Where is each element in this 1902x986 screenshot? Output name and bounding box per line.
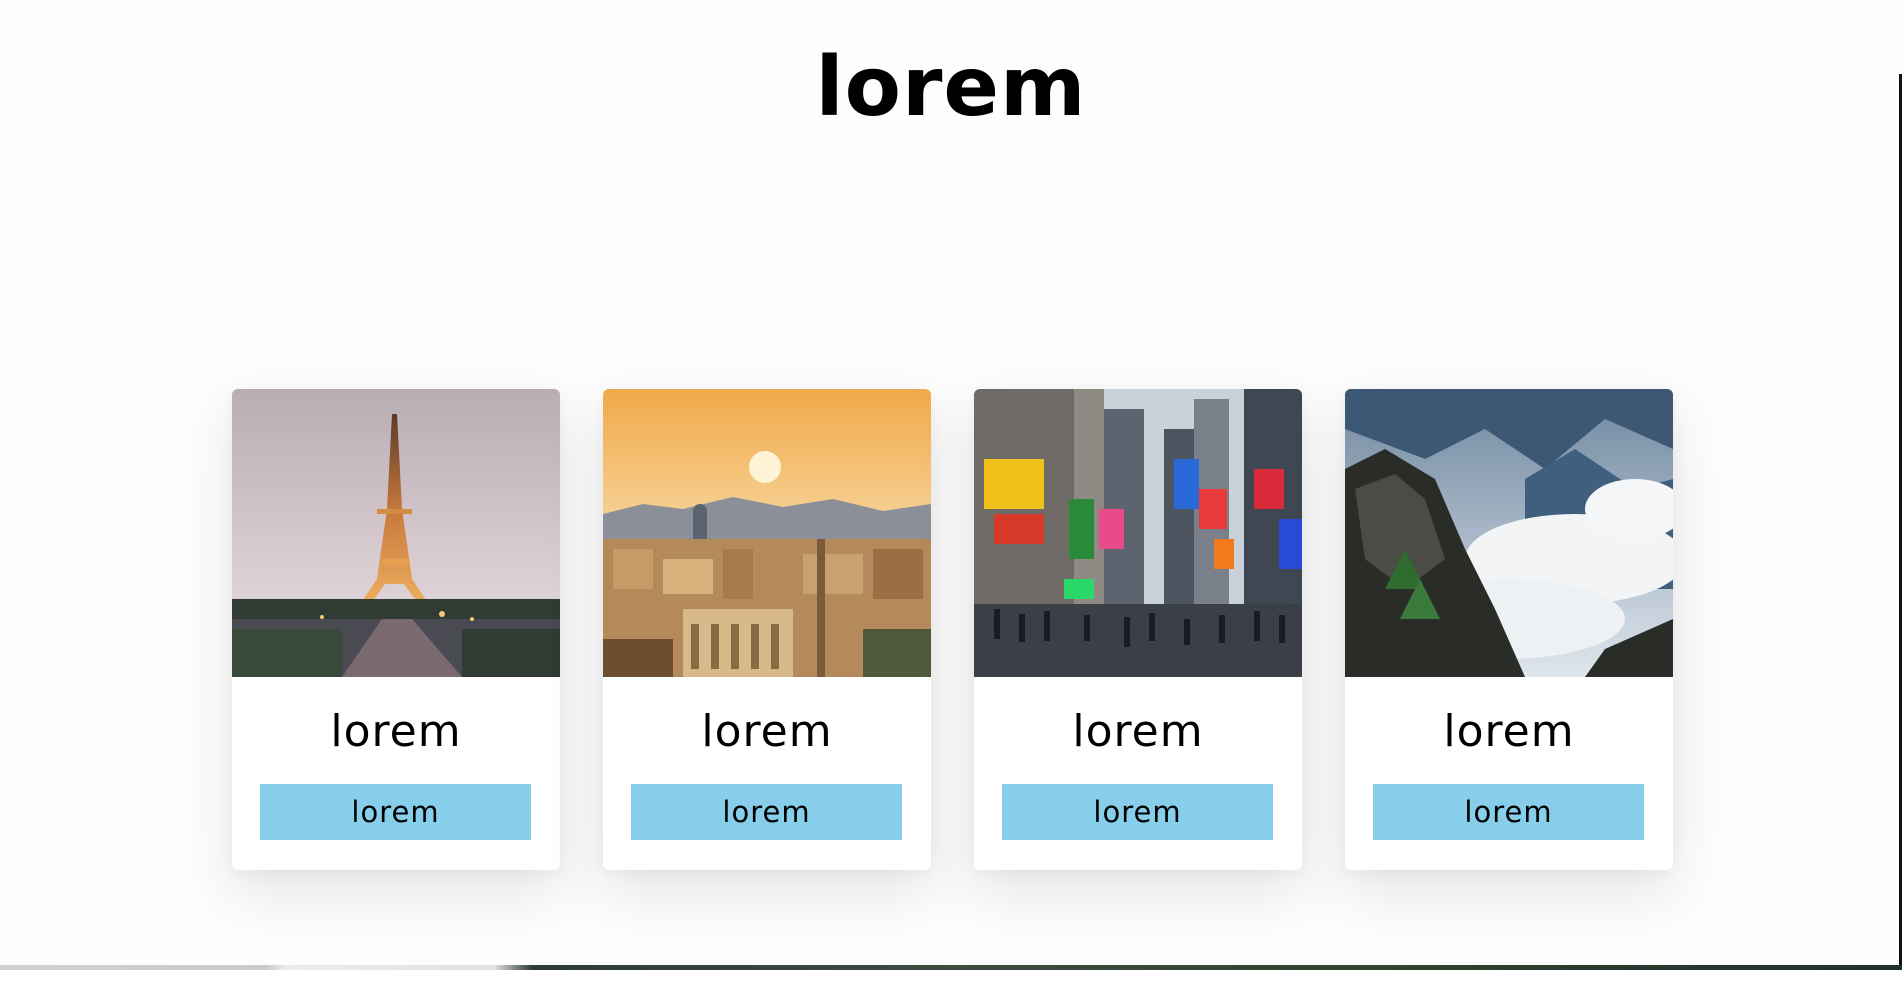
destination-card: lorem lorem (603, 389, 931, 870)
destination-card: lorem lorem (974, 389, 1302, 870)
misty-mountains-photo (1345, 389, 1673, 677)
eiffel-tower-photo (232, 389, 560, 677)
card-button[interactable]: lorem (631, 784, 902, 840)
card-button[interactable]: lorem (260, 784, 531, 840)
times-square-photo (974, 389, 1302, 677)
card-title: lorem (701, 706, 833, 757)
page-bottom (0, 970, 1902, 986)
card-title: lorem (330, 706, 462, 757)
card-button[interactable]: lorem (1373, 784, 1644, 840)
card-title: lorem (1072, 706, 1204, 757)
destination-card: lorem lorem (232, 389, 560, 870)
card-button[interactable]: lorem (1002, 784, 1273, 840)
page: lorem lorem lorem lorem lorem lorem lore… (0, 0, 1902, 986)
card-title: lorem (1443, 706, 1575, 757)
page-title: lorem (815, 40, 1087, 135)
city-sunset-photo (603, 389, 931, 677)
card-grid: lorem lorem lorem lorem lorem lorem lore… (232, 389, 1673, 870)
destination-card: lorem lorem (1345, 389, 1673, 870)
